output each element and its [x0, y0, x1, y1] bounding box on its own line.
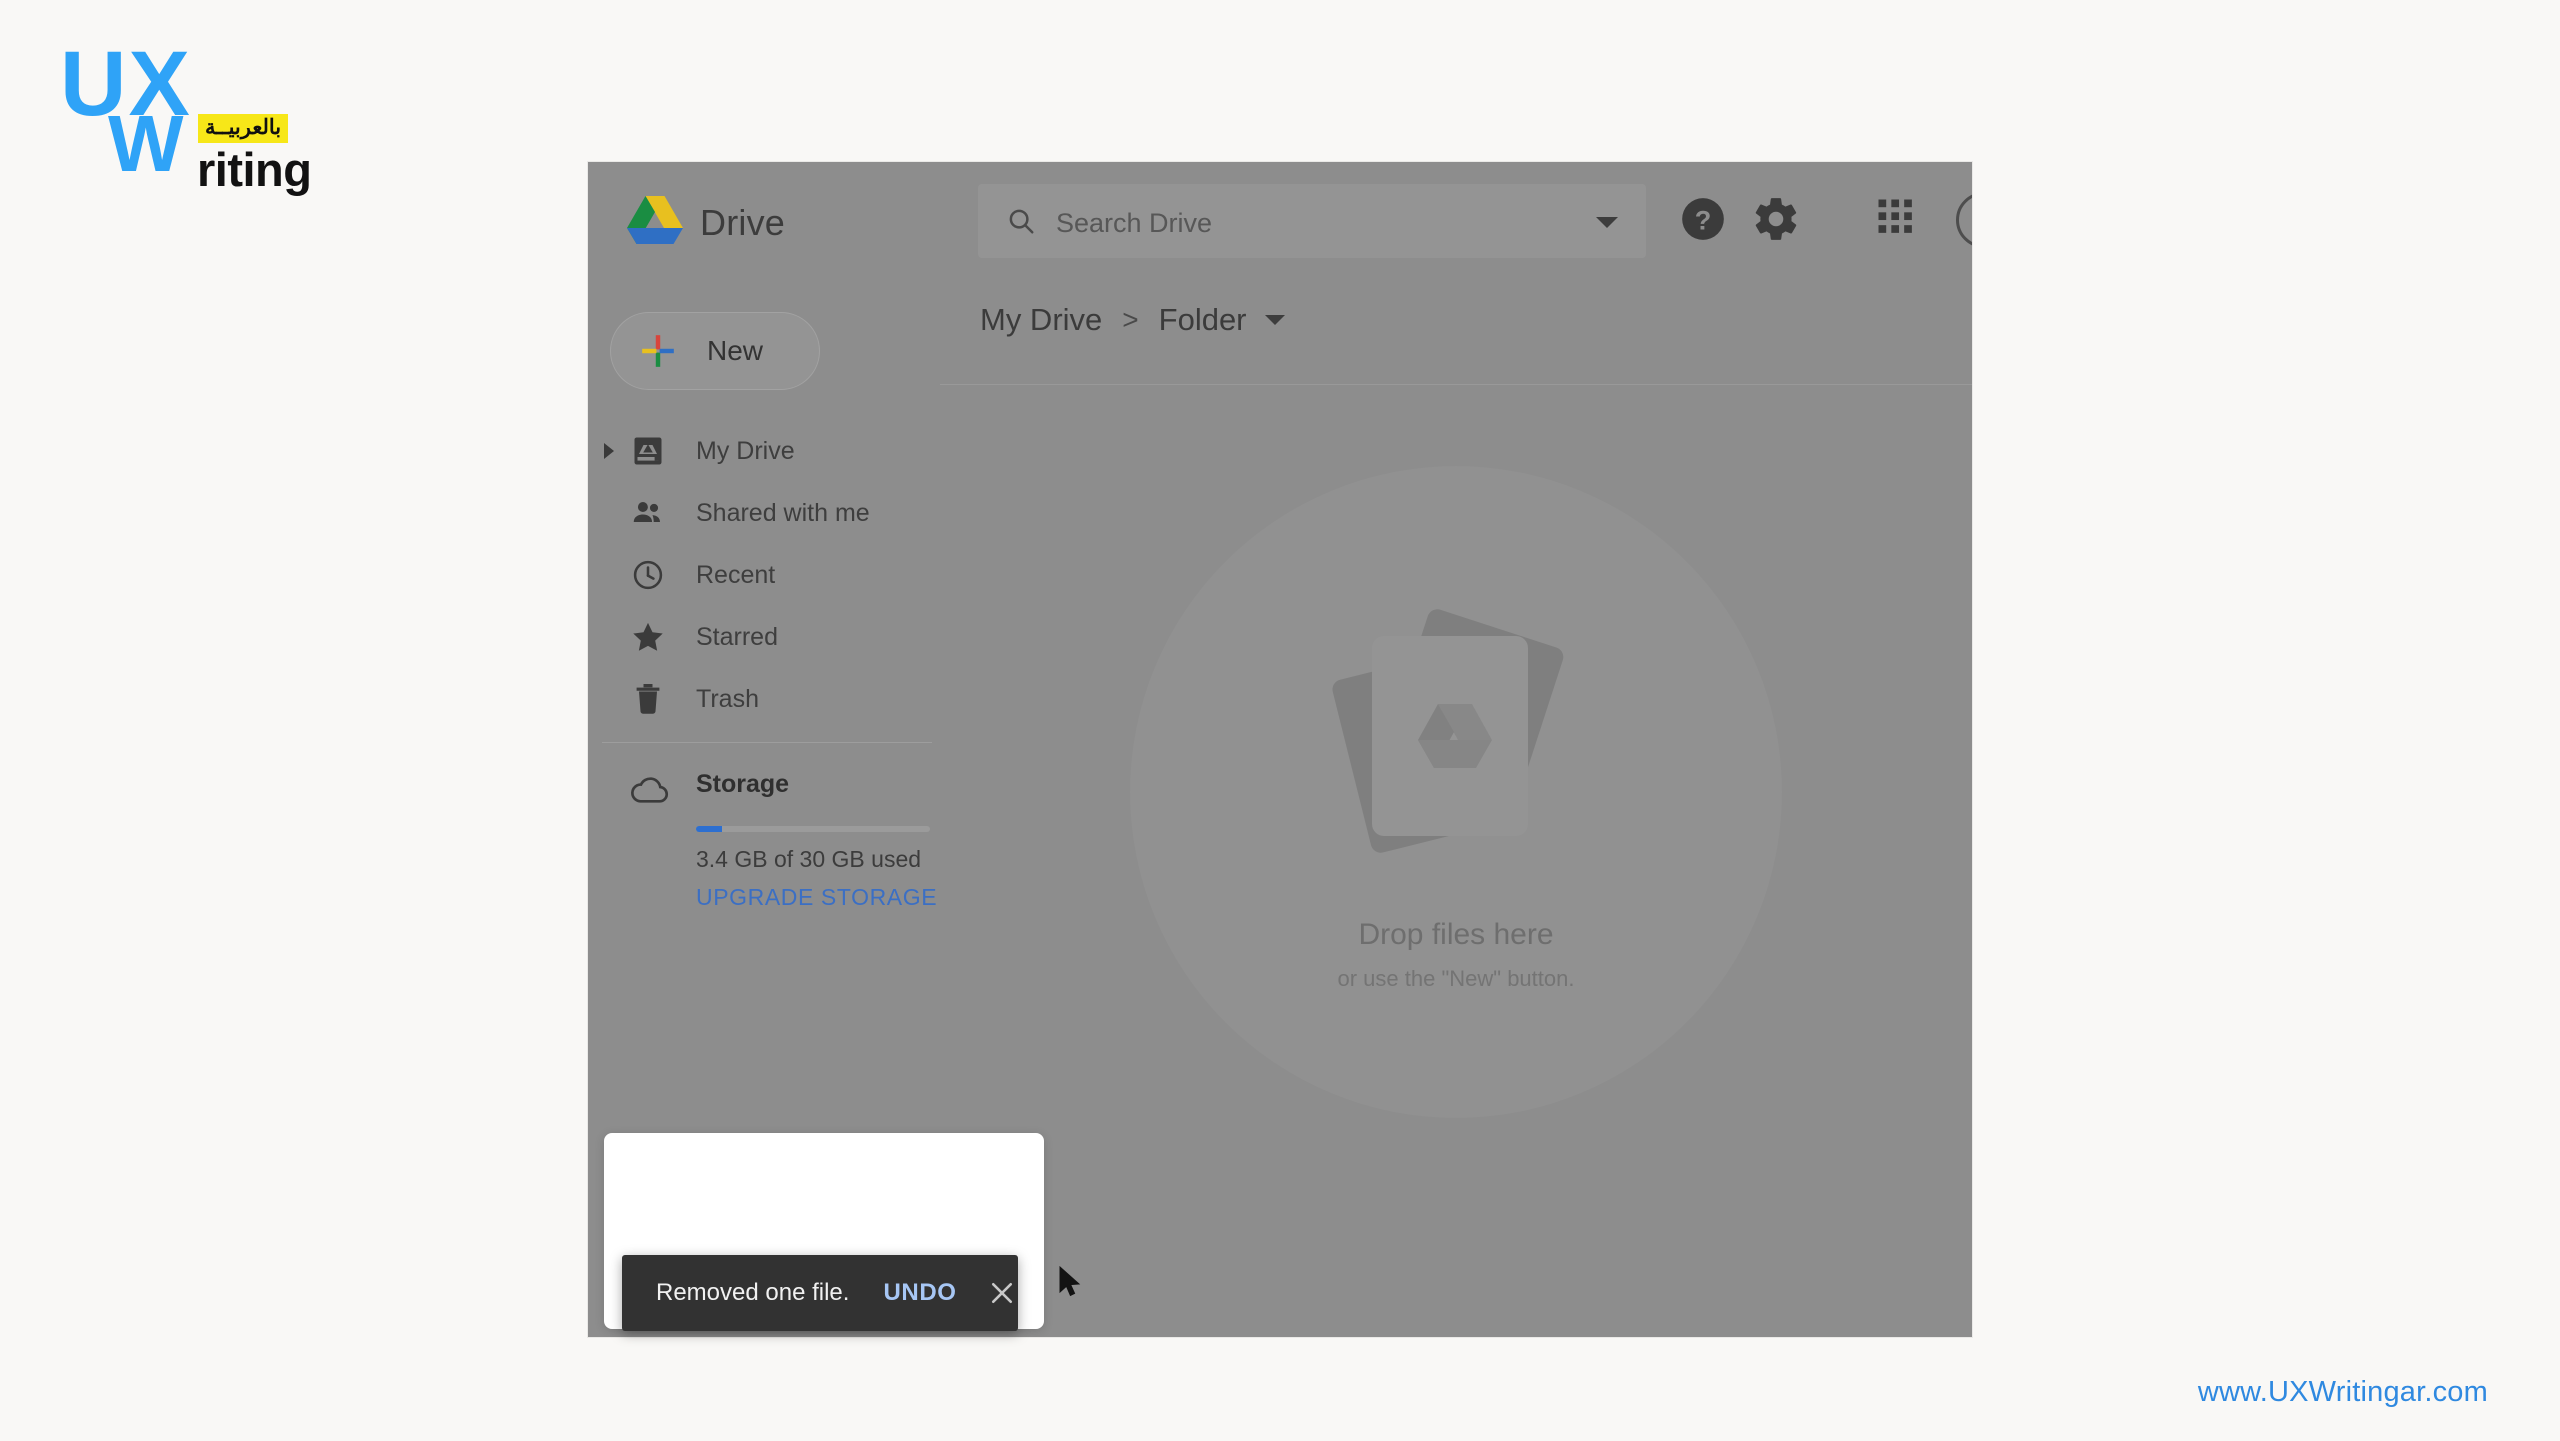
- brand-riting-text: riting: [197, 143, 312, 196]
- drive-header: Drive Search Drive ?: [588, 162, 1972, 280]
- cloud-icon: [630, 772, 670, 806]
- upgrade-storage-link[interactable]: UPGRADE STORAGE: [696, 884, 937, 911]
- storage-label: Storage: [696, 770, 790, 798]
- brand-w-text: W: [108, 99, 184, 188]
- star-icon: [630, 619, 666, 655]
- storage-progress-fill: [696, 826, 722, 832]
- clock-icon: [630, 557, 666, 593]
- sidebar-item-trash[interactable]: Trash: [588, 668, 940, 730]
- breadcrumb-current[interactable]: Folder: [1159, 302, 1247, 338]
- trash-icon: [630, 681, 666, 717]
- gear-icon[interactable]: [1751, 194, 1801, 244]
- search-icon: [1006, 206, 1036, 236]
- storage-progress-bar: [696, 826, 930, 832]
- breadcrumb-root[interactable]: My Drive: [980, 302, 1102, 338]
- close-icon[interactable]: [987, 1278, 1017, 1308]
- help-circle-icon[interactable]: ?: [1678, 194, 1728, 244]
- people-icon: [630, 495, 666, 531]
- sidebar-divider: [602, 742, 932, 743]
- undo-button[interactable]: UNDO: [883, 1279, 956, 1307]
- breadcrumb: My Drive > Folder: [980, 302, 1285, 338]
- stacked-files-drive-icon: [1306, 592, 1606, 892]
- search-input[interactable]: Search Drive: [978, 184, 1646, 258]
- footer-website-url[interactable]: www.UXWritingar.com: [2198, 1376, 2488, 1409]
- brand-logo: UX W بالعربيــة riting: [60, 38, 330, 193]
- sidebar-item-shared-with-me[interactable]: Shared with me: [588, 482, 940, 544]
- dropzone-subtitle: or use the "New" button.: [1337, 966, 1575, 991]
- drive-title: Drive: [700, 202, 786, 243]
- sidebar-item-label: Starred: [696, 622, 778, 651]
- apps-grid-icon[interactable]: [1873, 194, 1923, 244]
- sidebar-item-my-drive[interactable]: My Drive: [588, 420, 940, 482]
- new-button-label: New: [707, 335, 764, 366]
- sidebar-item-label: Trash: [696, 684, 759, 713]
- sidebar-item-label: Shared with me: [696, 498, 870, 527]
- storage-used-text: 3.4 GB of 30 GB used: [696, 846, 922, 872]
- svg-text:?: ?: [1695, 204, 1712, 235]
- google-drive-logo-icon: [626, 194, 684, 246]
- sidebar-item-label: Recent: [696, 560, 776, 589]
- sidebar-item-recent[interactable]: Recent: [588, 544, 940, 606]
- toast-message: Removed one file.: [656, 1279, 850, 1306]
- expand-triangle-icon[interactable]: [604, 443, 614, 459]
- page-root: UX W بالعربيــة riting Drive Search Driv…: [0, 0, 2560, 1441]
- hard-drive-icon: [630, 433, 666, 469]
- brand-arabic-badge: بالعربيــة: [198, 114, 289, 144]
- content-area: My Drive > Folder Drop files here or use…: [940, 280, 1972, 1337]
- avatar[interactable]: [1956, 192, 1972, 248]
- chevron-down-icon[interactable]: [1264, 315, 1285, 325]
- empty-state-dropzone[interactable]: Drop files here or use the "New" button.: [1196, 592, 1716, 992]
- google-drive-window: Drive Search Drive ? New My Drive Shared…: [588, 162, 1972, 1337]
- search-placeholder-text: Search Drive: [1056, 208, 1213, 238]
- breadcrumb-separator: >: [1122, 304, 1139, 335]
- sidebar-item-label: My Drive: [696, 436, 795, 465]
- toast-snackbar: Removed one file. UNDO: [622, 1255, 1018, 1331]
- chevron-down-icon[interactable]: [1596, 217, 1618, 228]
- plus-multicolor-icon: [639, 332, 677, 370]
- sidebar-item-starred[interactable]: Starred: [588, 606, 940, 668]
- content-divider: [940, 384, 1972, 385]
- dropzone-title: Drop files here: [1358, 918, 1554, 951]
- mouse-pointer-icon: [1058, 1266, 1084, 1300]
- new-button[interactable]: New: [610, 312, 820, 390]
